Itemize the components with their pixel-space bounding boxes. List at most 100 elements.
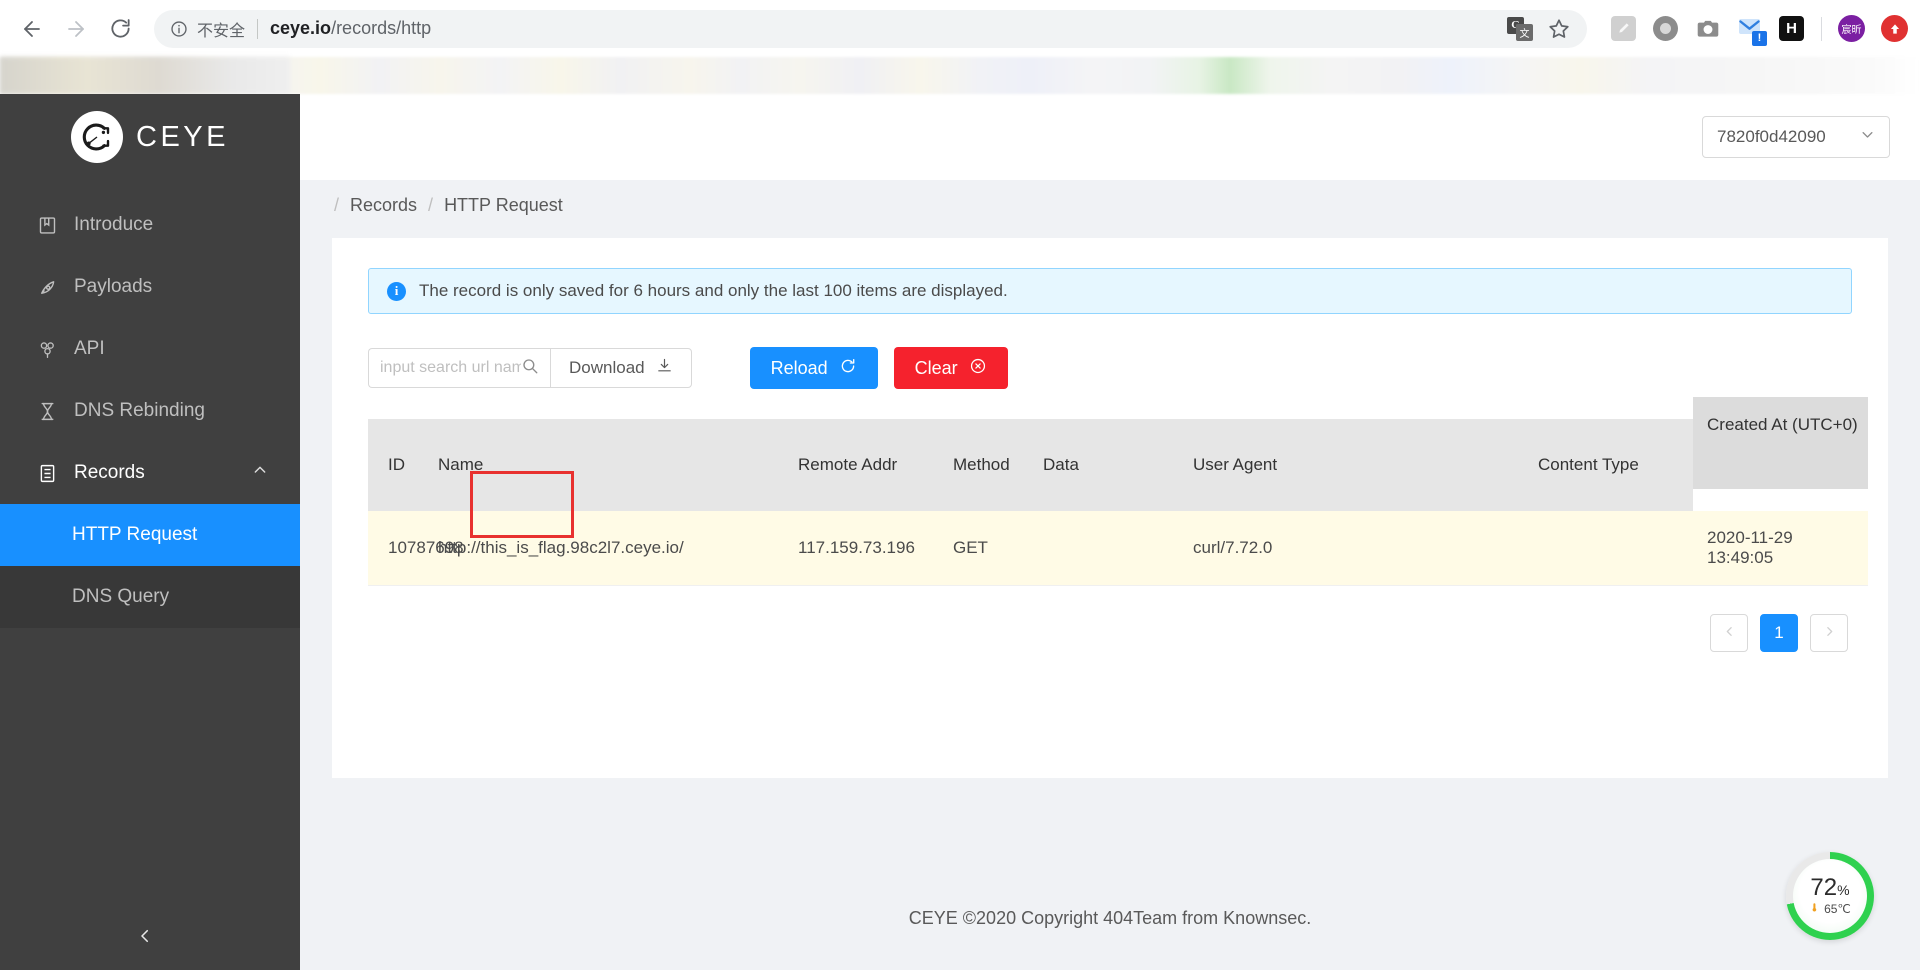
search-box[interactable] bbox=[368, 348, 550, 388]
column-header-data[interactable]: Data bbox=[1043, 419, 1193, 511]
chevron-right-icon bbox=[1823, 625, 1836, 642]
download-button[interactable]: Download bbox=[550, 348, 692, 388]
gauge-percent-unit: % bbox=[1837, 881, 1850, 898]
ext-mail-icon[interactable]: ! bbox=[1737, 16, 1767, 46]
cell-created-at: 2020-11-29 13:49:05 bbox=[1693, 511, 1868, 586]
tray-divider bbox=[1821, 16, 1822, 41]
sidebar-nav: Introduce Payloads API DNS Rebinding Rec… bbox=[0, 194, 300, 628]
bookmarks-bar[interactable] bbox=[0, 57, 1920, 94]
chevron-up-icon bbox=[252, 462, 268, 484]
browser-action-icon[interactable] bbox=[1881, 15, 1908, 42]
clear-button[interactable]: Clear bbox=[893, 347, 1008, 389]
sidebar-item-dns-rebinding[interactable]: DNS Rebinding bbox=[0, 380, 300, 442]
sidebar-item-api[interactable]: API bbox=[0, 318, 300, 380]
refresh-icon bbox=[839, 357, 857, 380]
cell-method: GET bbox=[953, 511, 1043, 586]
ext-camera-icon[interactable] bbox=[1695, 16, 1721, 42]
thermometer-icon bbox=[1809, 901, 1820, 917]
topbar: 7820f0d42090 bbox=[300, 94, 1920, 180]
breadcrumb-item-current: HTTP Request bbox=[444, 194, 563, 215]
breadcrumb-item-records[interactable]: Records bbox=[350, 195, 417, 216]
rocket-icon bbox=[36, 276, 58, 298]
footer: CEYE ©2020 Copyright 404Team from Knowns… bbox=[300, 866, 1920, 970]
site-info-icon[interactable] bbox=[170, 20, 188, 38]
ext-circle-icon[interactable] bbox=[1653, 15, 1679, 42]
clear-label: Clear bbox=[914, 357, 958, 378]
column-header-created-at[interactable]: Created At (UTC+0) bbox=[1693, 397, 1868, 489]
column-header-remote-addr[interactable]: Remote Addr bbox=[798, 419, 953, 511]
info-circle-icon: i bbox=[387, 281, 406, 301]
reload-button[interactable] bbox=[100, 9, 140, 49]
column-header-method[interactable]: Method bbox=[953, 419, 1043, 511]
cell-user-agent: curl/7.72.0 bbox=[1193, 511, 1538, 586]
forward-button[interactable] bbox=[56, 9, 96, 49]
pagination-next-button[interactable] bbox=[1810, 614, 1848, 652]
omnibox-actions: G 文 bbox=[1507, 16, 1571, 41]
molecule-icon bbox=[36, 338, 58, 360]
ext-hypothesis-icon[interactable]: H bbox=[1779, 15, 1805, 42]
alert-message: The record is only saved for 6 hours and… bbox=[419, 281, 1008, 300]
back-arrow-icon bbox=[20, 17, 44, 41]
account-id: 7820f0d42090 bbox=[1717, 127, 1826, 146]
sidebar-subitem-label: DNS Query bbox=[72, 586, 170, 607]
sidebar-item-payloads[interactable]: Payloads bbox=[0, 256, 300, 318]
chevron-left-icon bbox=[1723, 625, 1736, 642]
breadcrumb-separator: / bbox=[428, 194, 434, 215]
forward-arrow-icon bbox=[64, 17, 88, 41]
download-icon bbox=[656, 357, 673, 379]
sidebar-item-records[interactable]: Records bbox=[0, 442, 300, 504]
main-content: 7820f0d42090 / Records / HTTP Request i … bbox=[300, 94, 1920, 970]
back-button[interactable] bbox=[12, 9, 52, 49]
url-path: /records/http bbox=[331, 18, 432, 38]
download-label: Download bbox=[569, 358, 645, 377]
pagination-prev-button[interactable] bbox=[1710, 614, 1748, 652]
ext-pencil-icon[interactable] bbox=[1611, 15, 1637, 42]
ext-hypothesis-label: H bbox=[1779, 15, 1804, 41]
records-table: ID Name Remote Addr Method Data User Age… bbox=[368, 397, 1868, 586]
gauge-inner: 72% 65℃ bbox=[1793, 859, 1867, 933]
profile-avatar[interactable]: 宸昕 bbox=[1838, 15, 1865, 42]
hourglass-icon bbox=[36, 400, 58, 422]
search-input[interactable] bbox=[380, 359, 521, 377]
brand[interactable]: CEYE bbox=[0, 94, 300, 180]
column-header-user-agent[interactable]: User Agent bbox=[1193, 419, 1538, 511]
extension-tray: ! H 宸昕 bbox=[1595, 15, 1908, 46]
sidebar-item-label: Payloads bbox=[74, 276, 153, 297]
column-header-id[interactable]: ID bbox=[368, 419, 438, 511]
sidebar-item-http-request[interactable]: HTTP Request bbox=[0, 504, 300, 566]
address-bar[interactable]: 不安全 ceye.io/records/http G 文 bbox=[154, 9, 1587, 48]
info-alert: i The record is only saved for 6 hours a… bbox=[368, 268, 1852, 314]
omnibox-divider bbox=[257, 18, 259, 39]
sidebar-item-introduce[interactable]: Introduce bbox=[0, 194, 300, 256]
performance-gauge[interactable]: 72% 65℃ bbox=[1786, 852, 1874, 940]
cell-data bbox=[1043, 511, 1193, 586]
column-header-content-type[interactable]: Content Type bbox=[1538, 419, 1693, 511]
gauge-percent: 72% bbox=[1810, 873, 1850, 901]
translate-icon[interactable]: G 文 bbox=[1507, 16, 1533, 41]
ceye-logo-icon bbox=[71, 111, 123, 163]
sidebar-subitem-label: HTTP Request bbox=[72, 524, 198, 545]
sidebar-item-label: Introduce bbox=[74, 214, 154, 235]
column-header-name[interactable]: Name bbox=[438, 419, 798, 511]
gauge-percent-value: 72 bbox=[1810, 873, 1838, 901]
translate-target-glyph: 文 bbox=[1516, 23, 1533, 41]
sidebar-collapse-button[interactable] bbox=[0, 906, 300, 970]
table-head: ID Name Remote Addr Method Data User Age… bbox=[368, 397, 1868, 511]
search-icon[interactable] bbox=[521, 357, 539, 380]
breadcrumb-separator: / bbox=[334, 194, 340, 215]
close-circle-icon bbox=[969, 357, 987, 380]
star-icon[interactable] bbox=[1547, 17, 1571, 41]
footer-text: CEYE ©2020 Copyright 404Team from Knowns… bbox=[908, 907, 1312, 928]
sidebar-item-dns-query[interactable]: DNS Query bbox=[0, 566, 300, 628]
pagination: 1 bbox=[368, 614, 1852, 652]
reload-button[interactable]: Reload bbox=[749, 347, 878, 389]
sidebar-item-label: DNS Rebinding bbox=[74, 400, 205, 421]
security-label: 不安全 bbox=[197, 20, 246, 40]
sidebar-item-label: API bbox=[74, 338, 105, 359]
records-toolbar: Download Reload Clear bbox=[368, 347, 1852, 389]
sidebar: CEYE Introduce Payloads API DNS Rebindin… bbox=[0, 94, 300, 970]
pagination-page-1[interactable]: 1 bbox=[1760, 614, 1798, 652]
account-selector[interactable]: 7820f0d42090 bbox=[1702, 116, 1890, 158]
table-row[interactable]: 10787698 http://this_is_flag.98c2l7.ceye… bbox=[368, 511, 1868, 586]
gauge-temperature: 65℃ bbox=[1809, 901, 1851, 917]
